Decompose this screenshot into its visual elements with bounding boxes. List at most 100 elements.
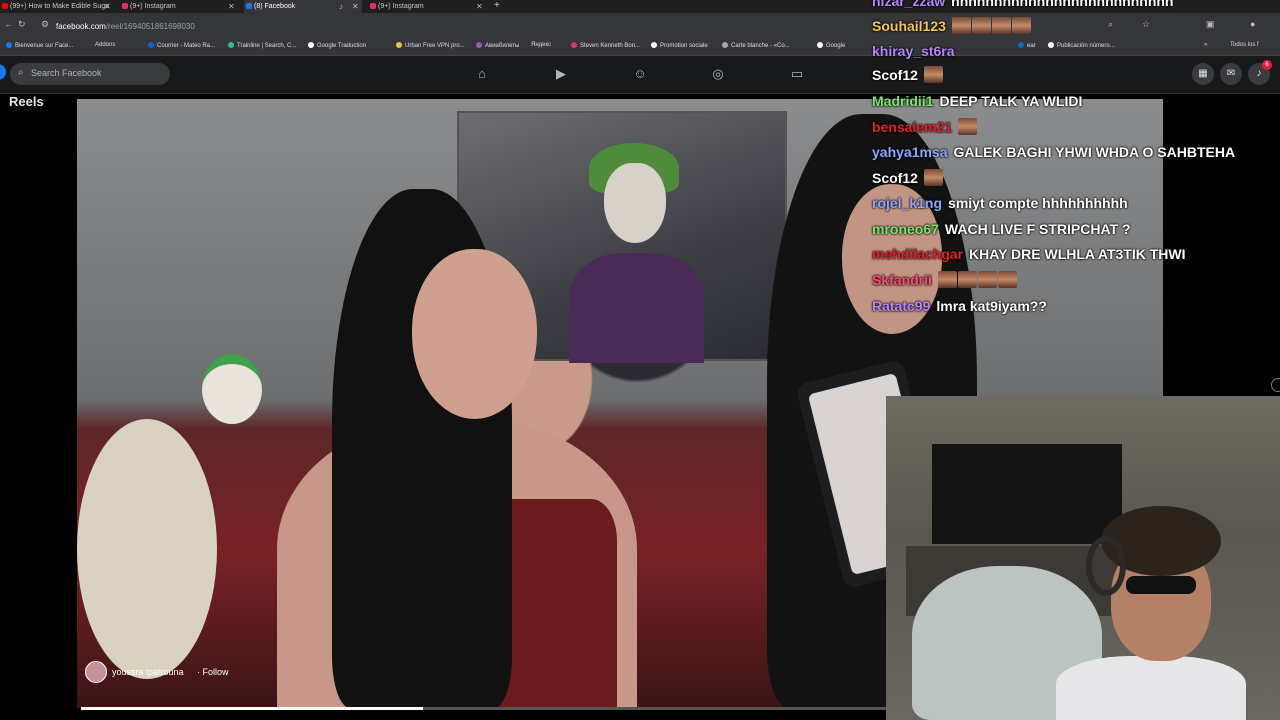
chat-text: WACH LIVE F STRIPCHAT ? (944, 221, 1131, 237)
gaming-icon[interactable]: ▭ (789, 66, 805, 82)
follow-button[interactable]: · Follow (197, 667, 229, 677)
page-favicon-icon (722, 42, 728, 48)
chat-username: Madridii1 (872, 93, 934, 109)
teddy-bear (77, 419, 217, 679)
chat-username: nizar_zzaw (872, 0, 946, 9)
browser-tab-active[interactable]: (8) Facebook (244, 0, 362, 13)
chat-message: Souhail123 (872, 15, 1032, 37)
mail-favicon-icon (148, 42, 154, 48)
bookmark-item[interactable]: Яндекс (531, 42, 551, 48)
chat-message: Scof12 (872, 64, 944, 86)
chat-text: lmra kat9iyam?? (936, 298, 1047, 314)
url-host: facebook.com (56, 22, 106, 31)
browser-tab[interactable]: (9+) Instagram (368, 0, 486, 13)
bookmark-item[interactable]: Courrier - Mateo Ra... (148, 42, 215, 49)
chat-text: smiyt compte hhhhhhhhhh (948, 195, 1128, 211)
bookmark-item[interactable]: Carte blanche - «Co... (722, 42, 790, 49)
bookmark-item[interactable]: Urban Free VPN pro... (396, 42, 465, 49)
mute-tab-icon[interactable]: ♪ (339, 0, 343, 13)
page-title: Reels (9, 94, 44, 109)
flights-favicon-icon (476, 42, 482, 48)
chat-username: Souhail123 (872, 18, 946, 34)
trainline-favicon-icon (228, 42, 234, 48)
bookmark-item[interactable]: Promotion sociale (651, 42, 708, 49)
chat-message: Skfandrii (872, 269, 1018, 291)
youtube-favicon-icon (2, 3, 8, 9)
chat-username: mehdilachgar (872, 246, 964, 262)
reload-icon[interactable]: ↻ (18, 19, 26, 30)
scroll-icon[interactable] (1271, 378, 1280, 392)
tab-title: (9+) Instagram (378, 3, 424, 10)
vpn-favicon-icon (396, 42, 402, 48)
chat-username: rojel_k1ng (872, 195, 943, 211)
chat-message: bensalem21 (872, 116, 978, 138)
chat-message: khiray_st6ra (872, 40, 961, 62)
site-settings-icon[interactable]: ⚙ (41, 19, 49, 30)
globe-favicon-icon (651, 42, 657, 48)
back-icon[interactable]: ← (4, 19, 13, 29)
search-icon: ⌕ (18, 67, 24, 78)
search-placeholder: Search Facebook (31, 68, 102, 78)
instagram-favicon-icon (571, 42, 577, 48)
chat-message: Scof12 (872, 167, 944, 189)
google-favicon-icon (817, 42, 823, 48)
chat-text: KHAY DRE WLHLA AT3TIK THWI (969, 246, 1186, 262)
google-favicon-icon (308, 42, 314, 48)
headset (1086, 536, 1126, 596)
chat-emote-icon (977, 271, 997, 288)
close-tab-icon[interactable]: ✕ (104, 0, 111, 13)
chat-emote-icon (1011, 17, 1031, 34)
avatar[interactable] (85, 661, 107, 683)
friends-icon[interactable]: ☺ (632, 66, 648, 82)
reel-progress-bar[interactable] (81, 707, 886, 710)
chat-emote-icon (997, 271, 1017, 288)
chat-emote-icon (923, 169, 943, 186)
creator-name[interactable]: youssra lpatrouna (112, 667, 184, 677)
bookmark-item[interactable]: Addons (95, 42, 115, 48)
chat-username: Skfandrii (872, 272, 932, 288)
chat-emote-icon (937, 271, 957, 288)
chat-message: Ratatc99 lmra kat9iyam?? (872, 295, 1047, 317)
plus-icon[interactable]: + (494, 0, 500, 12)
chat-username: bensalem21 (872, 119, 953, 135)
chat-emote-icon (991, 17, 1011, 34)
video-icon[interactable]: ▶ (553, 66, 569, 82)
url-field[interactable]: facebook.com/reel/1694051861698030 (56, 22, 195, 31)
close-tab-icon[interactable]: ✕ (228, 0, 235, 13)
instagram-favicon-icon (370, 3, 376, 9)
home-icon[interactable]: ⌂ (474, 66, 490, 82)
close-tab-icon[interactable]: ✕ (352, 0, 359, 13)
chat-text: GALEK BAGHI YHWI WHDA O SAHBTEHA (953, 144, 1236, 160)
bookmark-item[interactable]: Google (817, 42, 845, 49)
tab-title: (99+) How to Make Edible Suga (10, 3, 110, 10)
chat-username: khiray_st6ra (872, 43, 955, 59)
bookmark-item[interactable]: Google Traduction (308, 42, 366, 49)
browser-tab[interactable]: (99+) How to Make Edible Suga (0, 0, 115, 13)
chat-text: DEEP TALK YA WLIDI (939, 93, 1083, 109)
chat-message: Madridii1 DEEP TALK YA WLIDI (872, 90, 1082, 112)
streamer-webcam (886, 396, 1280, 720)
browser-tab[interactable]: (9+) Instagram (120, 0, 235, 13)
chat-username: yahya1msa (872, 144, 948, 160)
facebook-favicon-icon (6, 42, 12, 48)
groups-icon[interactable]: ◎ (710, 66, 726, 82)
close-tab-icon[interactable]: ✕ (476, 0, 483, 13)
chat-username: Scof12 (872, 170, 918, 186)
clown-figurine (202, 354, 262, 424)
bookmark-item[interactable]: Авиабилеты (476, 42, 519, 49)
url-path: /reel/1694051861698030 (105, 22, 195, 31)
reel-progress-fill (81, 707, 424, 710)
facebook-favicon-icon (246, 3, 252, 9)
bookmark-item[interactable]: Steven Kenneth Bon... (571, 42, 640, 49)
bookmark-item[interactable]: Bienvenue sur Face... (6, 42, 73, 49)
chat-username: Ratatc99 (872, 298, 931, 314)
search-input[interactable]: ⌕ Search Facebook (10, 63, 170, 85)
chat-username: Scof12 (872, 67, 918, 83)
stream-chat-overlay: nizar_zzaw hhhhhhhhhhhhhhhhhhhhhhhhhh Souh… (872, 0, 1272, 320)
chat-emote-icon (971, 17, 991, 34)
tab-title: (9+) Instagram (130, 3, 176, 10)
bookmark-item[interactable]: Trainline | Search, C... (228, 42, 296, 49)
chat-emote-icon (951, 17, 971, 34)
chat-message: nizar_zzaw hhhhhhhhhhhhhhhhhhhhhhhhhh (872, 0, 1174, 12)
chat-text: hhhhhhhhhhhhhhhhhhhhhhhhhh (951, 0, 1174, 9)
